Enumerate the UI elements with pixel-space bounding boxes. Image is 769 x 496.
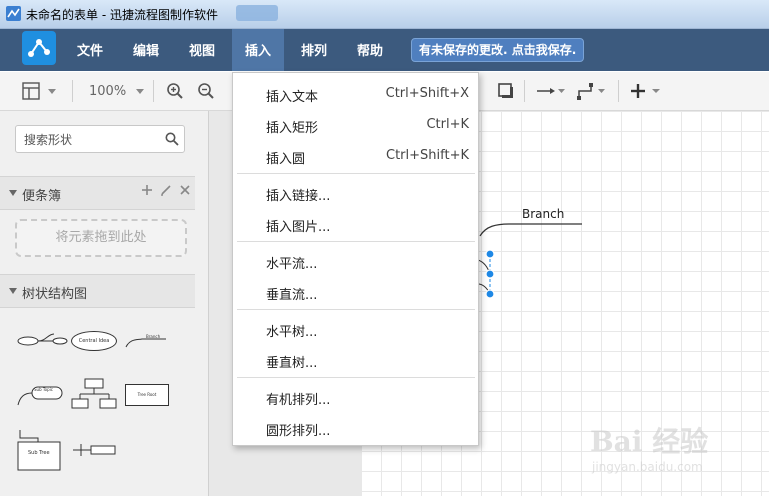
zoom-in-icon [167, 83, 183, 99]
shadow-icon [498, 83, 513, 98]
zoom-in-button[interactable] [166, 82, 184, 103]
close-icon[interactable] [179, 184, 191, 196]
shape-org-tree[interactable] [71, 378, 119, 410]
menu-separator [237, 377, 475, 378]
search-input[interactable] [22, 131, 166, 149]
panel-layout-button[interactable] [22, 82, 62, 103]
toolbar-separator [153, 80, 154, 102]
watermark-main: Bai 经验 [590, 425, 709, 458]
menu-item-label: 插入矩形 [266, 121, 319, 136]
menu-item-insert-circle[interactable]: 插入圆 Ctrl+Shift+K [233, 142, 478, 170]
menu-item-label: 水平流... [266, 257, 318, 272]
edit-icon[interactable] [160, 184, 172, 196]
menu-item-shortcut: Ctrl+K [426, 117, 469, 132]
window-title: 未命名的表单 - 迅捷流程图制作软件 [26, 8, 218, 22]
collapse-triangle-icon [9, 190, 17, 196]
watermark-sub: jingyan.baidu.com [592, 460, 703, 474]
window-title-bar: 未命名的表单 - 迅捷流程图制作软件 [0, 0, 769, 29]
chevron-down-icon [136, 89, 145, 94]
menu-item-vertical-tree[interactable]: 垂直树... [233, 346, 478, 374]
menu-item-organic-layout[interactable]: 有机排列... [233, 383, 478, 411]
connector-arrow-button[interactable] [536, 84, 566, 101]
canvas-branch-label[interactable]: Branch [522, 207, 564, 221]
menu-item-circle-layout[interactable]: 圆形排列... [233, 414, 478, 442]
zoom-out-icon [198, 83, 214, 99]
search-icon[interactable] [165, 132, 179, 149]
toolbar-separator [72, 80, 73, 102]
shadow-button[interactable] [498, 83, 514, 102]
shape-central-idea[interactable]: Central Idea [71, 331, 117, 351]
menu-item-label: 插入文本 [266, 90, 319, 105]
menu-item-label: 插入图片... [266, 220, 331, 235]
scratchpad-title: 便条簿 [22, 189, 62, 204]
shape-mind-map[interactable] [16, 330, 68, 352]
waypoint-icon [577, 83, 605, 100]
menu-separator [237, 241, 475, 242]
baidu-watermark: Bai 经验 jingyan.baidu.com [590, 418, 760, 488]
panel-layout-icon [22, 82, 56, 100]
menu-item-insert-image[interactable]: 插入图片... [233, 210, 478, 238]
scratchpad-header[interactable]: 便条簿 [0, 176, 195, 210]
shape-tree-root[interactable]: Tree Root [125, 384, 169, 406]
zoom-select[interactable]: 100% [89, 84, 145, 99]
add-button[interactable] [630, 82, 662, 103]
shape-sub-tree-label: Sub Tree [28, 450, 50, 456]
menu-insert[interactable]: 插入 [232, 29, 284, 71]
menu-item-vertical-flow[interactable]: 垂直流... [233, 278, 478, 306]
insert-menu-dropdown: 插入文本 Ctrl+Shift+X 插入矩形 Ctrl+K 插入圆 Ctrl+S… [232, 72, 479, 446]
menu-item-label: 插入圆 [266, 152, 306, 167]
menu-item-horizontal-tree[interactable]: 水平树... [233, 315, 478, 343]
menu-item-label: 水平树... [266, 325, 318, 340]
selected-branch-shape[interactable] [470, 218, 590, 298]
add-icon [631, 84, 660, 98]
menu-item-label: 圆形排列... [266, 424, 331, 439]
menu-separator [237, 173, 475, 174]
add-icon[interactable] [141, 184, 153, 196]
shape-horizontal-tree[interactable] [71, 440, 117, 460]
toolbar-separator [524, 80, 525, 102]
connector-arrow-icon [537, 88, 565, 94]
waypoint-button[interactable] [577, 82, 607, 103]
menu-item-label: 垂直流... [266, 288, 318, 303]
menu-item-label: 有机排列... [266, 393, 331, 408]
menu-item-insert-text[interactable]: 插入文本 Ctrl+Shift+X [233, 80, 478, 108]
search-box[interactable] [15, 125, 185, 153]
shape-branch-label: Branch [146, 334, 161, 339]
menu-edit[interactable]: 编辑 [120, 29, 172, 71]
collapse-triangle-icon [9, 288, 17, 294]
menu-help[interactable]: 帮助 [344, 29, 396, 71]
title-redaction [236, 5, 278, 21]
toolbar-separator [618, 80, 619, 102]
menu-item-shortcut: Ctrl+Shift+X [385, 86, 469, 101]
menu-item-insert-link[interactable]: 插入链接... [233, 179, 478, 207]
tree-diagram-title: 树状结构图 [22, 287, 88, 302]
app-icon [6, 6, 21, 21]
menu-arrange[interactable]: 排列 [288, 29, 340, 71]
menu-separator [237, 309, 475, 310]
unsaved-changes-button[interactable]: 有未保存的更改. 点击我保存. [411, 38, 585, 62]
menu-item-horizontal-flow[interactable]: 水平流... [233, 247, 478, 275]
shape-sub-topic-label: Sub Topic [34, 387, 53, 392]
menu-item-insert-rectangle[interactable]: 插入矩形 Ctrl+K [233, 111, 478, 139]
menu-item-label: 插入链接... [266, 189, 331, 204]
menu-file[interactable]: 文件 [64, 29, 116, 71]
scratchpad-drop-zone[interactable]: 将元素拖到此处 [15, 219, 187, 257]
menu-item-shortcut: Ctrl+Shift+K [386, 148, 469, 163]
tree-diagram-header[interactable]: 树状结构图 [0, 274, 195, 308]
menu-view[interactable]: 视图 [176, 29, 228, 71]
zoom-out-button[interactable] [197, 82, 215, 103]
app-logo-icon[interactable] [22, 31, 56, 65]
menu-item-label: 垂直树... [266, 356, 318, 371]
zoom-level: 100% [89, 84, 127, 99]
